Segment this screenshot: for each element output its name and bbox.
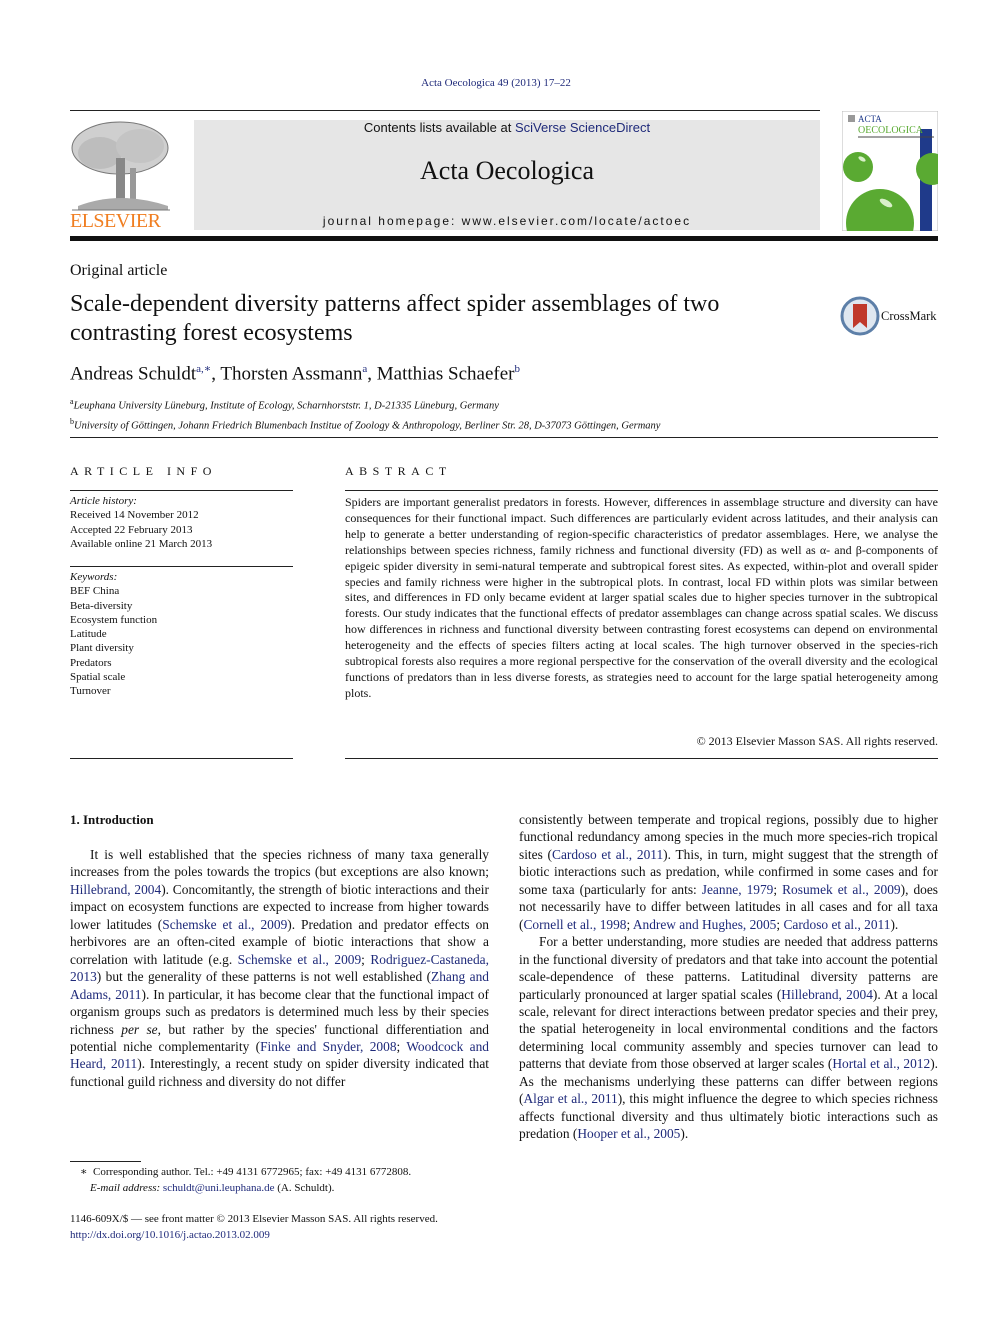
citation-link[interactable]: Cornell et al., 1998 (523, 917, 626, 932)
citation-link[interactable]: Hooper et al., 2005 (577, 1126, 680, 1141)
affiliation-text: Leuphana University Lüneburg, Institute … (73, 400, 499, 412)
journal-citation-link[interactable]: Acta Oecologica 49 (2013) 17–22 (0, 77, 992, 89)
article-info-rule (70, 566, 293, 567)
abstract-text: Spiders are important generalist predato… (345, 495, 938, 700)
citation-link[interactable]: Schemske et al., 2009 (162, 917, 287, 932)
crossmark-button[interactable]: CrossMark (840, 296, 940, 336)
contents-line: Contents lists available at SciVerse Sci… (194, 120, 820, 135)
journal-homepage-link[interactable]: journal homepage: www.elsevier.com/locat… (194, 214, 820, 228)
citation-link[interactable]: Hortal et al., 2012 (832, 1056, 930, 1071)
keyword-list: BEF China Beta-diversity Ecosystem functio… (70, 584, 157, 698)
history-item: Available online 21 March 2013 (70, 537, 213, 550)
abstract-heading: ABSTRACT (345, 464, 452, 478)
intro-paragraph: For a better understanding, more studies… (519, 933, 938, 1142)
citation-link[interactable]: Jeanne, 1979 (702, 882, 774, 897)
abstract-rule (345, 758, 938, 759)
keyword-item: BEF China (70, 585, 120, 598)
citation-link[interactable]: Schemske et al., 2009 (238, 952, 362, 967)
issn-line: 1146-609X/$ — see front matter © 2013 El… (70, 1213, 438, 1225)
elsevier-logo[interactable]: ELSEVIER (70, 118, 172, 232)
article-info-heading: ARTICLE INFO (70, 464, 217, 478)
email-suffix: (A. Schuldt). (274, 1181, 335, 1194)
author-list: Andreas Schuldta,∗, Thorsten Assmanna, M… (70, 362, 520, 385)
footnote-rule (70, 1161, 141, 1162)
keyword-item: Turnover (70, 685, 111, 698)
article-type: Original article (70, 262, 168, 279)
body-text: ) but the generality of these patterns i… (96, 969, 432, 985)
citation-link[interactable]: Algar et al., 2011 (523, 1091, 617, 1106)
citation-link[interactable]: Andrew and Hughes, 2005 (633, 917, 777, 932)
introduction-heading: 1. Introduction (70, 812, 154, 827)
journal-name: Acta Oecologica (420, 156, 594, 185)
citation-link[interactable]: Cardoso et al., 2011 (552, 847, 663, 862)
history-item: Received 14 November 2012 (70, 509, 199, 522)
keyword-item: Latitude (70, 628, 107, 641)
elsevier-wordmark: ELSEVIER (70, 210, 161, 232)
journal-banner: Contents lists available at SciVerse Sci… (194, 120, 820, 230)
body-text: ). (890, 916, 899, 932)
author-name[interactable]: Thorsten Assmann (220, 363, 362, 384)
crossmark-icon (840, 296, 880, 336)
history-list: Received 14 November 2012 Accepted 22 Feb… (70, 508, 212, 551)
header-rule (70, 110, 820, 111)
keyword-item: Plant diversity (70, 642, 134, 655)
body-column-left: It is well established that the species … (70, 846, 489, 1090)
corresponding-author-text: Corresponding author. Tel.: +49 4131 677… (92, 1166, 412, 1178)
author-name[interactable]: Matthias Schaefer (377, 363, 515, 384)
author-name[interactable]: Andreas Schuldt (70, 363, 196, 384)
italic-text: per se (121, 1021, 158, 1037)
abstract-rule (345, 490, 938, 491)
author-separator: , (367, 363, 377, 385)
author-affiliation-mark[interactable]: a,∗ (196, 363, 211, 375)
body-text: ; (773, 881, 783, 897)
intro-paragraph: It is well established that the species … (70, 846, 489, 1090)
article-title: Scale-dependent diversity patterns affec… (70, 291, 720, 346)
corresponding-author-footnote: ∗ Corresponding author. Tel.: +49 4131 6… (80, 1165, 411, 1196)
journal-cover-image: ACTA OECOLOGICA (841, 110, 948, 257)
contents-prefix: Contents lists available at (363, 120, 515, 135)
citation-link[interactable]: Cardoso et al., 2011 (783, 917, 890, 932)
body-text: It is well established that the species … (70, 847, 489, 880)
front-matter: 1146-609X/$ — see front matter © 2013 El… (70, 1212, 438, 1243)
keywords: Keywords: BEF China Beta-diversity Ecosyst… (70, 570, 157, 699)
keyword-item: Spatial scale (70, 671, 126, 684)
email-link[interactable]: schuldt@uni.leuphana.de (163, 1182, 275, 1194)
citation-link[interactable]: Rosumek et al., 2009 (782, 882, 900, 897)
keywords-label: Keywords: (70, 571, 118, 583)
citation-link[interactable]: Finke and Snyder, 2008 (260, 1039, 396, 1054)
affiliation-item: aLeuphana University Lüneburg, Institute… (70, 394, 660, 414)
body-text: ; (361, 951, 371, 967)
body-text: ; (396, 1038, 407, 1054)
doi-link[interactable]: http://dx.doi.org/10.1016/j.actao.2013.0… (70, 1228, 438, 1244)
keyword-item: Beta-diversity (70, 599, 133, 612)
article-info-rule (70, 490, 293, 491)
body-text: ). (680, 1126, 689, 1142)
footnote-mark: ∗ (80, 1166, 88, 1178)
intro-paragraph: consistently between temperate and tropi… (519, 811, 938, 933)
header-thick-rule (70, 236, 938, 241)
affiliations: aLeuphana University Lüneburg, Institute… (70, 394, 660, 433)
keyword-item: Predators (70, 656, 112, 669)
history-item: Accepted 22 February 2013 (70, 523, 193, 536)
citation-link[interactable]: Hillebrand, 2004 (70, 882, 161, 897)
email-label: E-mail address: (90, 1181, 161, 1194)
author-affiliation-mark[interactable]: b (514, 363, 520, 375)
abstract-copyright: © 2013 Elsevier Masson SAS. All rights r… (696, 734, 938, 748)
section-rule (70, 437, 938, 438)
history-label: Article history: (70, 495, 137, 507)
body-column-right: consistently between temperate and tropi… (519, 811, 938, 1143)
article-history: Article history: Received 14 November 20… (70, 494, 212, 551)
affiliation-item: bUniversity of Göttingen, Johann Friedri… (70, 414, 660, 434)
affiliation-text: University of Göttingen, Johann Friedric… (74, 420, 661, 431)
journal-cover-thumbnail[interactable]: ACTA OECOLOGICA (841, 110, 948, 257)
crossmark-label: CrossMark (881, 309, 937, 323)
sciencedirect-link[interactable]: SciVerse ScienceDirect (515, 120, 650, 135)
article-info-rule (70, 758, 293, 759)
keyword-item: Ecosystem function (70, 613, 158, 626)
cover-title-line1: ACTA (858, 114, 882, 124)
citation-link[interactable]: Hillebrand, 2004 (781, 987, 873, 1002)
cover-title-line2: OECOLOGICA (858, 125, 924, 136)
